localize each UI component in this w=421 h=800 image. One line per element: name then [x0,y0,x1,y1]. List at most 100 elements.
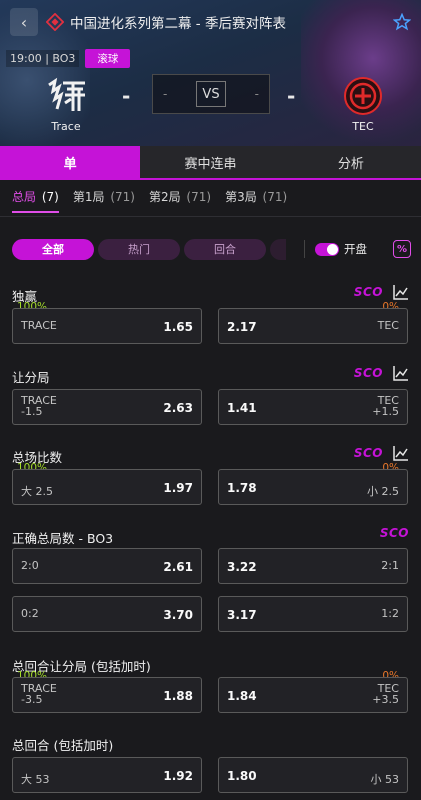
market-icons: SCO [380,526,409,540]
odds-label: 小 53 [370,773,400,786]
odds-label: 大 2.5 [21,485,53,498]
market-title: 让分局 [12,370,50,385]
odds-value: 1.80 [227,769,257,783]
odds-label: 2:1 [381,559,399,572]
odds-button-left[interactable]: TRACE -3.5 1.88 [12,677,202,713]
live-badge: 滚球 [85,49,131,68]
market-icons: SCO [354,365,409,381]
percent-button[interactable]: % [393,240,411,258]
team-right[interactable]: TEC [323,76,403,133]
sco-brand-icon[interactable]: SCO [354,366,383,380]
odds-button-left[interactable]: 0:2 3.70 [12,596,202,632]
sco-brand-icon[interactable]: SCO [380,526,409,540]
filter-round-chip[interactable]: 回合 [184,238,266,260]
odds-label-line: +1.5 [372,405,399,418]
top-bar: ‹ 中国进化系列第二幕 - 季后赛对阵表 [10,8,413,36]
round-tab-label: 总局 [12,190,37,204]
odds-button-right[interactable]: 3.22 2:1 [218,548,408,584]
divider [0,216,421,217]
sco-brand-icon[interactable]: SCO [354,285,383,299]
tec-logo-icon [344,77,382,115]
tab-analysis[interactable]: 分析 [281,146,421,178]
odds-label: TEC [377,319,399,332]
favorite-button[interactable] [391,11,413,33]
round-tab-map2[interactable]: 第2局 (71) [149,188,211,213]
odds-button-right[interactable]: 1.80 小 53 [218,757,408,793]
trace-logo-icon [48,77,85,111]
odds-label: 2:0 [21,559,39,572]
score-left: - [122,84,131,108]
odds-button-left[interactable]: 大 53 1.92 [12,757,202,793]
round-tab-label: 第2局 [148,190,181,204]
tab-single[interactable]: 单 [0,146,141,178]
round-tab-label: 第1局 [72,190,105,204]
odds-label: 小 2.5 [367,485,399,498]
odds-button-right[interactable]: 3.17 1:2 [218,596,408,632]
round-tab-map3[interactable]: 第3局 (71) [225,188,287,213]
odds-value: 1.41 [227,401,257,415]
round-tab-count: (71) [262,190,288,204]
odds-label: 0:2 [21,607,39,620]
match-header: ‹ 中国进化系列第二幕 - 季后赛对阵表 19:00 | BO3 滚球 Trac… [0,0,421,146]
odds-label-line: -3.5 [21,693,43,706]
league-title: 中国进化系列第二幕 - 季后赛对阵表 [70,16,286,32]
vs-left-dash: - [163,87,168,101]
odds-value: 1.78 [227,481,257,495]
odds-button-left[interactable]: TRACE -1.5 2.63 [12,389,202,425]
vs-label: VS [196,81,226,107]
league-logo-icon [46,13,64,31]
round-tab-label: 第3局 [225,190,257,204]
odds-label: 大 53 [21,773,50,786]
filter-separator [304,240,305,258]
round-tabs: 总局 (7) 第1局 (71) 第2局 (71) 第3局 (71) [12,188,301,213]
odds-value: 2.63 [163,401,193,415]
tab-in-play-parlay[interactable]: 赛中连串 [140,146,280,178]
odds-button-left[interactable]: TRACE 1.65 [12,308,202,344]
star-icon [393,13,411,31]
trend-chart-icon[interactable] [393,284,409,300]
odds-button-right[interactable]: 1.78 小 2.5 [218,469,408,505]
odds-value: 1.92 [163,769,193,783]
odds-value: 3.70 [163,608,193,622]
odds-value: 2.17 [227,320,257,334]
odds-button-left[interactable]: 2:0 2.61 [12,548,202,584]
app-root: ‹ 中国进化系列第二幕 - 季后赛对阵表 19:00 | BO3 滚球 Trac… [0,0,421,800]
odds-label-line: +3.5 [372,693,399,706]
filter-bar: 全部 热门 回合 开盘 % [12,238,411,260]
odds-button-right[interactable]: 1.41 TEC +1.5 [218,389,408,425]
vs-right-dash: - [254,87,259,101]
odds-value: 3.17 [227,608,257,622]
team-left[interactable]: Trace [26,76,106,133]
team-left-name: Trace [51,120,81,133]
market-icons: SCO [354,284,409,300]
filter-more-chip[interactable] [270,238,286,260]
sco-brand-icon[interactable]: SCO [354,446,383,460]
vs-box: - VS - [152,74,270,114]
chevron-left-icon: ‹ [20,12,28,32]
odds-label: TRACE [21,319,57,332]
round-tab-count: (71) [110,190,135,204]
market-title: 正确总局数 - BO3 [12,531,114,546]
odds-value: 3.22 [227,560,257,574]
round-tab-map1[interactable]: 第1局 (71) [73,188,135,213]
odds-button-right[interactable]: 2.17 TEC [218,308,408,344]
round-tab-count: (71) [186,190,212,204]
trend-chart-icon[interactable] [393,445,409,461]
odds-button-left[interactable]: 大 2.5 1.97 [12,469,202,505]
trend-chart-icon[interactable] [393,365,409,381]
odds-button-right[interactable]: 1.84 TEC +3.5 [218,677,408,713]
match-time: 19:00 | BO3 [6,50,80,67]
filter-all-chip[interactable]: 全部 [12,238,94,260]
odds-value: 1.97 [163,481,193,495]
odds-value: 2.61 [163,560,193,574]
market-icons: SCO [354,445,409,461]
filter-hot-chip[interactable]: 热门 [98,238,180,260]
odds-label-line: -1.5 [21,405,43,418]
odds-label: 1:2 [381,607,399,620]
team-left-logo [26,76,106,116]
open-market-toggle[interactable] [315,242,339,256]
round-tab-total[interactable]: 总局 (7) [12,188,59,213]
market-title: 总回合 (包括加时) [12,738,114,753]
back-button[interactable]: ‹ [10,8,38,36]
open-market-label: 开盘 [344,242,367,256]
